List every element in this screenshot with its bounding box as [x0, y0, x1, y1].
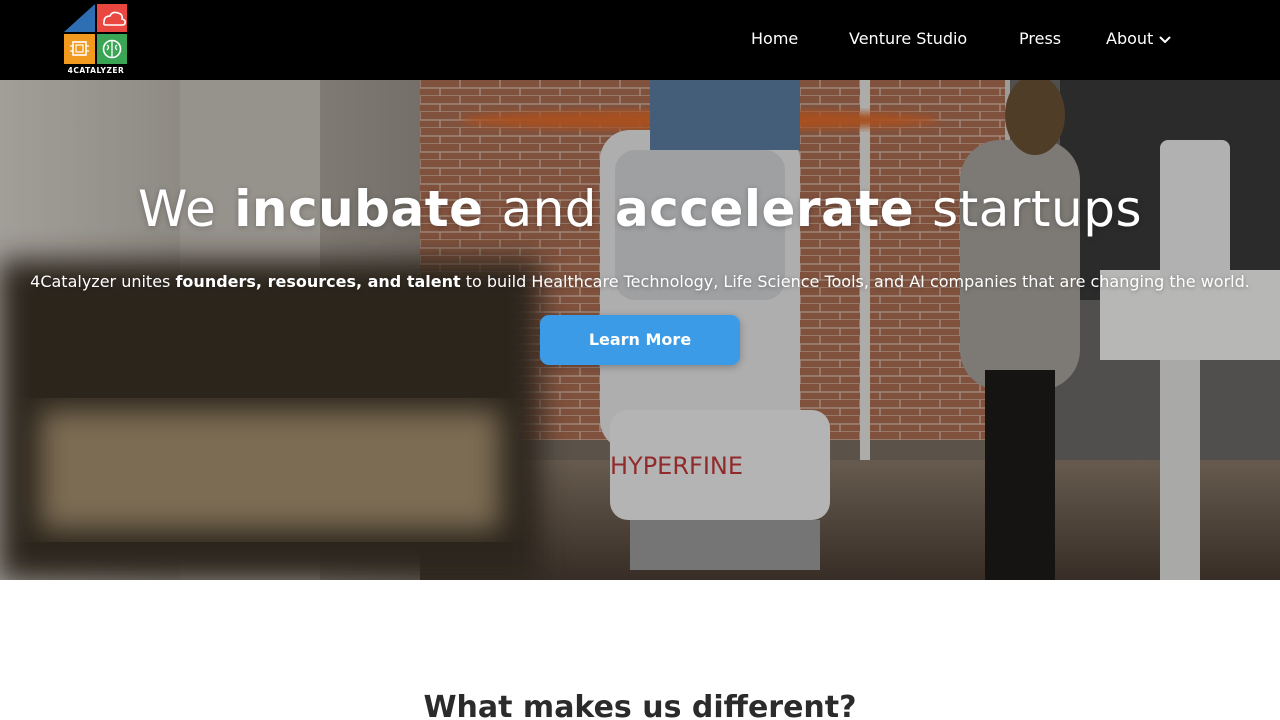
headline-word-incubate: incubate [234, 180, 484, 238]
hero-section: HYPERFINE We incubate and accelerate sta… [0, 80, 1280, 580]
headline-word-accelerate: accelerate [614, 180, 915, 238]
subtitle-lead-text: 4Catalyzer unites [30, 272, 176, 291]
4catalyzer-logo[interactable]: 4CATALYZER [62, 2, 130, 78]
nav-about-label: About [1106, 29, 1154, 48]
logo-mark-icon [64, 4, 127, 64]
section-title-what-makes-us-different: What makes us different? [423, 690, 857, 720]
subtitle-bold-text: founders, resources, and talent [175, 272, 461, 291]
nav-home-link[interactable]: Home [751, 28, 798, 50]
headline-word-startups: startups [932, 180, 1142, 238]
logo-wordmark: 4CATALYZER [67, 66, 125, 75]
subtitle-trailing-text: to build Healthcare Technology, Life Sci… [460, 272, 1250, 291]
chevron-down-icon [1159, 28, 1171, 50]
top-navigation-bar: 4CATALYZER Home Venture Studio Press Abo… [0, 0, 1280, 80]
hero-subtitle: 4Catalyzer unites founders, resources, a… [0, 271, 1280, 293]
nav-press-link[interactable]: Press [1019, 28, 1061, 50]
headline-word-we: We [138, 180, 217, 238]
headline-word-and: and [501, 180, 598, 238]
learn-more-button[interactable]: Learn More [540, 315, 740, 365]
nav-about-dropdown[interactable]: About [1106, 28, 1171, 50]
nav-venture-studio-link[interactable]: Venture Studio [849, 28, 967, 50]
hero-headline: We incubate and accelerate startups [0, 178, 1280, 240]
